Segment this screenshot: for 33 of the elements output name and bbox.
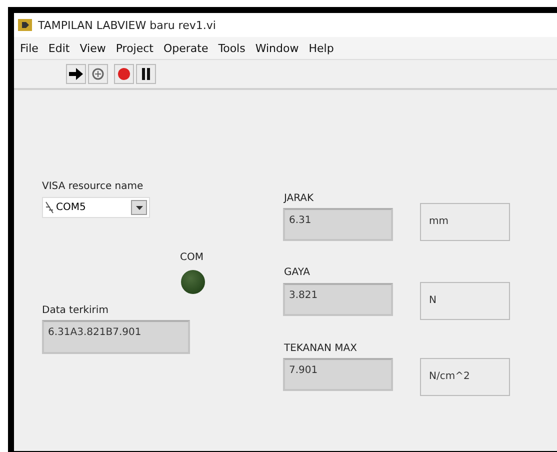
- unit-indicator: mm: [420, 203, 510, 241]
- pause-button[interactable]: [136, 64, 156, 84]
- menu-item[interactable]: File: [16, 42, 42, 54]
- field-label: GAYA: [284, 267, 310, 278]
- field-label: JARAK: [284, 193, 314, 204]
- field-label: VISA resource name: [42, 181, 144, 192]
- menu-item[interactable]: Project: [112, 42, 158, 54]
- pause-icon: [141, 68, 151, 80]
- menu-item[interactable]: Window: [251, 42, 303, 54]
- menu-item[interactable]: Edit: [44, 42, 74, 54]
- led-label: COM: [180, 252, 204, 263]
- app-icon: [18, 19, 32, 31]
- unit-indicator: N: [420, 282, 510, 320]
- menu-item[interactable]: View: [76, 42, 110, 54]
- stop-icon: [117, 67, 131, 81]
- value-indicator: 7.901: [283, 358, 393, 391]
- run-continuously-button[interactable]: [88, 64, 108, 84]
- abort-button[interactable]: [114, 64, 134, 84]
- field-label: TEKANAN MAX: [284, 343, 357, 354]
- dropdown-arrow-button[interactable]: [131, 200, 147, 215]
- menu-item[interactable]: Help: [304, 42, 338, 54]
- value-indicator: 3.821: [283, 283, 393, 316]
- resource-dropdown[interactable]: COM5: [42, 197, 150, 218]
- field-label: Data terkirim: [42, 305, 108, 316]
- menu-item[interactable]: Tools: [214, 42, 250, 54]
- value-indicator: 6.31: [283, 208, 393, 241]
- run-button[interactable]: [66, 64, 86, 84]
- caret-icon: [136, 206, 142, 210]
- unit-indicator: N/cm^2: [420, 358, 510, 396]
- menu-item[interactable]: Operate: [159, 42, 212, 54]
- window-title: TAMPILAN LABVIEW baru rev1.vi: [38, 18, 216, 32]
- arrow-icon: [69, 68, 83, 80]
- data-indicator: 6.31A3.821B7.901: [42, 320, 190, 354]
